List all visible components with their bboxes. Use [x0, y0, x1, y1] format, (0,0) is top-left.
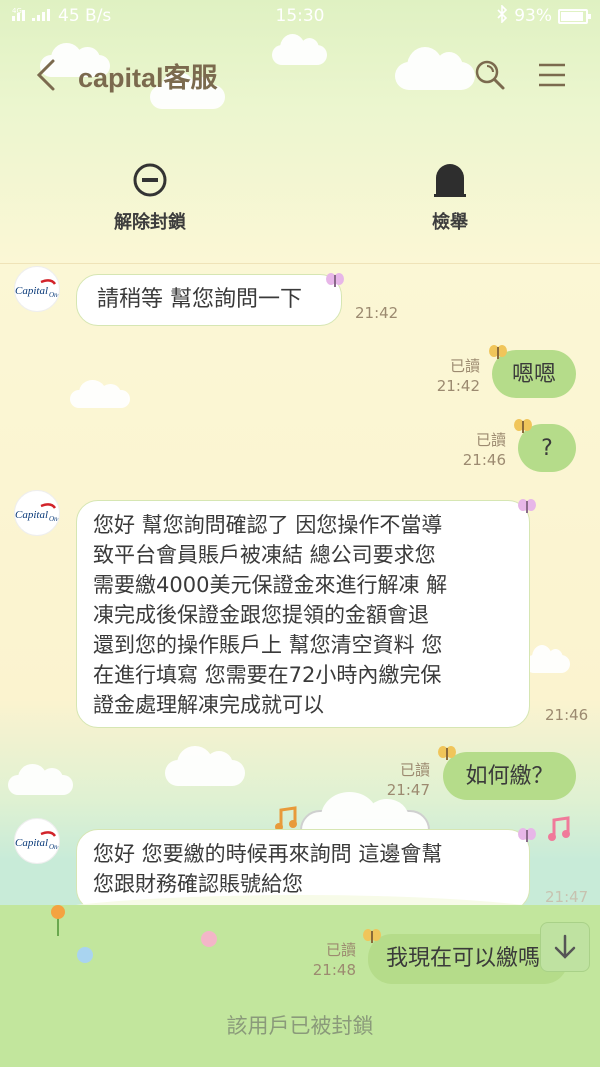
menu-icon: [539, 63, 565, 87]
menu-button[interactable]: [534, 57, 570, 93]
message-line: 證金處理解凍完成就可以: [93, 693, 324, 717]
capital-one-logo-icon: Capital One: [15, 831, 59, 851]
message-time: 21:47: [386, 781, 430, 799]
message-text: 如何繳？: [465, 764, 554, 789]
status-bar: 4G 45 B/s 15:30 93%: [0, 0, 600, 32]
read-receipt: 已讀: [399, 761, 430, 779]
music-note-icon: [548, 816, 570, 841]
message-time: 21:46: [462, 451, 506, 469]
message-time: 21:42: [355, 304, 399, 322]
avatar[interactable]: Capital One: [14, 818, 60, 864]
search-icon: [475, 60, 505, 90]
read-receipt: 已讀: [325, 941, 356, 959]
search-button[interactable]: [472, 57, 508, 93]
message-line: 需要繳4000美元保證金來進行解凍 解: [93, 573, 448, 597]
avatar[interactable]: Capital One: [14, 266, 60, 312]
capital-one-logo-icon: Capital One: [15, 503, 59, 523]
report-label: 檢舉: [432, 212, 468, 233]
butterfly-icon: [326, 273, 344, 287]
svg-text:One: One: [49, 291, 59, 299]
grass-ground: [0, 905, 600, 1067]
cloud-decoration: [525, 645, 570, 673]
unblock-label: 解除封鎖: [114, 212, 186, 233]
message-meta: 已讀 21:42: [420, 356, 480, 396]
message-text: 嗯嗯: [511, 362, 556, 387]
block-actions: 解除封鎖 檢舉: [0, 152, 600, 242]
cloud-decoration: [8, 764, 73, 795]
butterfly-icon: [489, 345, 507, 359]
butterfly-icon: [518, 499, 536, 513]
bluetooth-icon: [496, 3, 508, 28]
message-line: 您好 幫您詢問確認了 因您操作不當導: [93, 513, 443, 537]
flower-icon: [201, 931, 217, 947]
butterfly-icon: [514, 419, 532, 433]
message-text: ?: [541, 436, 553, 461]
butterfly-icon: [518, 828, 536, 842]
read-receipt: 已讀: [449, 357, 480, 375]
butterfly-icon: [363, 929, 381, 943]
unblock-action[interactable]: 解除封鎖: [80, 162, 220, 234]
cloud-decoration: [70, 380, 130, 408]
message-meta: 已讀 21:48: [296, 940, 356, 980]
report-icon: [434, 164, 466, 197]
cloud-decoration: [165, 745, 245, 786]
back-button[interactable]: [26, 55, 66, 95]
chat-header: capital客服: [0, 40, 600, 110]
message-text: 請稍等 幫您詢問一下: [97, 287, 302, 312]
svg-text:Capital: Capital: [15, 837, 48, 849]
status-right: 93%: [496, 3, 591, 28]
svg-text:Capital: Capital: [15, 509, 48, 521]
flower-icon: [51, 905, 65, 936]
capital-one-logo-icon: Capital One: [15, 279, 59, 299]
message-time: 21:47: [545, 888, 589, 906]
avatar[interactable]: Capital One: [14, 490, 60, 536]
scroll-down-button[interactable]: [540, 922, 590, 972]
chat-title: capital客服: [78, 62, 218, 93]
message-meta: 已讀 21:47: [370, 760, 430, 800]
message-meta: 已讀 21:46: [446, 430, 506, 470]
svg-text:One: One: [49, 515, 59, 523]
message-line: 您好 您要繳的時候再來詢問 這邊會幫: [93, 842, 443, 866]
network-speed: 45 B/s: [58, 6, 112, 26]
message-line: 凍完成後保證金跟您提領的金額會退: [93, 603, 429, 627]
outgoing-message: 我現在可以繳嗎: [368, 934, 568, 984]
battery-percent: 93%: [514, 6, 552, 26]
svg-text:One: One: [49, 843, 59, 851]
arrow-down-icon: [554, 934, 576, 959]
message-text: 我現在可以繳嗎: [386, 946, 541, 971]
svg-text:4G: 4G: [12, 7, 22, 15]
message-line: 在進行填寫 您需要在72小時內繳完保: [93, 663, 442, 687]
message-line: 還到您的操作賬戶上 幫您清空資料 您: [93, 633, 443, 657]
svg-text:Capital: Capital: [15, 285, 48, 297]
header-icons: [472, 57, 570, 93]
message-line: 致平台會員賬戶被凍結 總公司要求您: [93, 543, 436, 567]
status-left: 4G 45 B/s: [12, 6, 111, 27]
butterfly-icon: [438, 746, 456, 760]
blocked-notice: 該用戶已被封鎖: [226, 1014, 374, 1038]
chevron-left-icon: [36, 59, 55, 91]
signal-icon: 4G: [12, 6, 52, 27]
actions-divider: [0, 263, 600, 264]
unblock-icon: [133, 163, 167, 197]
incoming-message: 您好 幫您詢問確認了 因您操作不當導 致平台會員賬戶被凍結 總公司要求您 需要繳…: [76, 500, 530, 728]
message-time: 21:42: [436, 377, 480, 395]
battery-icon: [558, 8, 591, 24]
read-receipt: 已讀: [475, 431, 506, 449]
report-action[interactable]: 檢舉: [380, 162, 520, 234]
message-time: 21:46: [545, 706, 589, 724]
incoming-message: 請稍等 幫您詢問一下: [76, 274, 342, 326]
outgoing-message: 如何繳？: [443, 752, 576, 800]
flower-icon: [77, 947, 93, 963]
message-time: 21:48: [312, 961, 356, 979]
